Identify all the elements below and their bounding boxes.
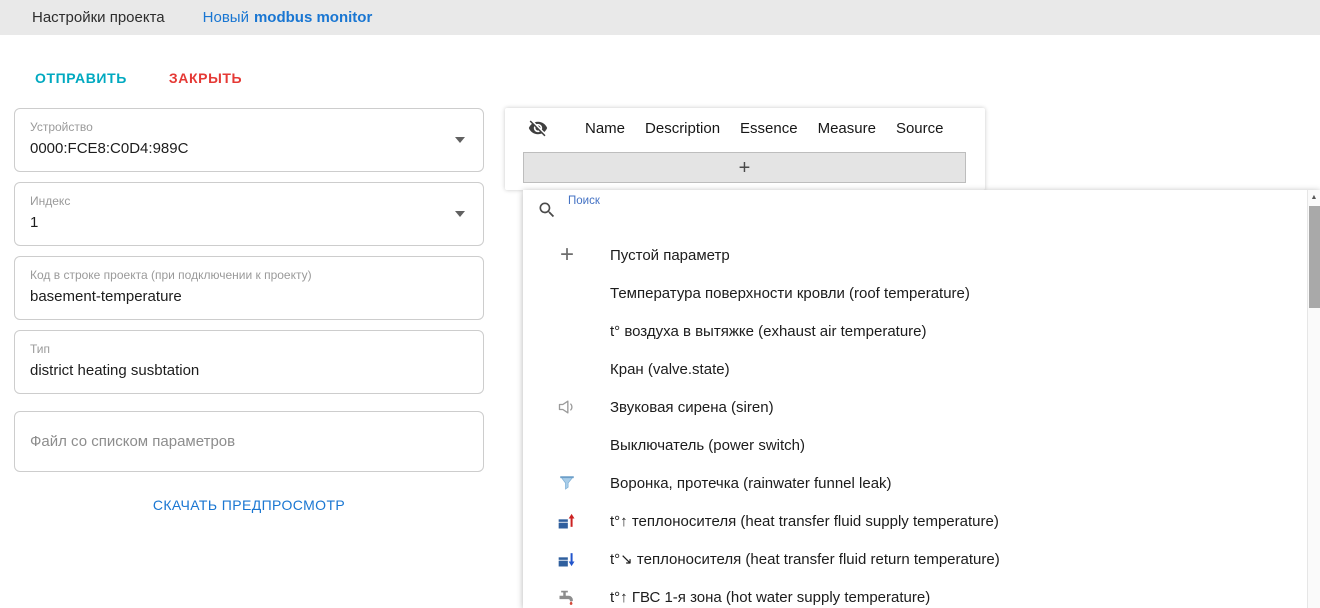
heat-return-icon [549, 549, 585, 569]
list-item-valve-state[interactable]: Кран (valve.state) [523, 350, 1320, 388]
visibility-off-icon[interactable] [527, 118, 549, 138]
breadcrumb-link[interactable]: Новый modbus monitor [203, 9, 373, 26]
type-label: Тип [30, 342, 51, 356]
breadcrumb-prefix: Новый [202, 9, 249, 26]
column-header-source: Source [895, 119, 944, 137]
list-item-hot-water-supply-temperature[interactable]: t°↑ ГВС 1-я зона (hot water supply tempe… [523, 578, 1320, 608]
column-header-measure: Measure [817, 119, 876, 137]
scroll-up-button[interactable]: ▲ [1308, 190, 1320, 205]
list-item-power-switch[interactable]: Выключатель (power switch) [523, 426, 1320, 464]
params-file-placeholder: Файл со списком параметров [30, 433, 236, 450]
search-field[interactable]: Поиск [523, 190, 1320, 236]
list-item-roof-temperature[interactable]: Температура поверхности кровли (roof tem… [523, 274, 1320, 312]
list-item-siren[interactable]: Звуковая сирена (siren) [523, 388, 1320, 426]
chevron-down-icon[interactable] [455, 137, 465, 143]
list-item-empty-parameter[interactable]: + Пустой параметр [523, 236, 1320, 274]
index-label: Индекс [30, 194, 71, 208]
siren-icon [549, 397, 585, 417]
parameter-list: + Пустой параметр Температура поверхност… [523, 236, 1320, 608]
send-button[interactable]: ОТПРАВИТЬ [23, 62, 139, 94]
table-header-row: Name Description Essence Measure Source [505, 108, 985, 148]
project-code-value: basement-temperature [30, 288, 182, 305]
list-item-rainwater-funnel-leak[interactable]: Воронка, протечка (rainwater funnel leak… [523, 464, 1320, 502]
project-form: Устройство 0000:FCE8:C0D4:989C Индекс 1 … [14, 108, 484, 513]
index-value: 1 [30, 214, 39, 231]
breadcrumb-project-name: modbus monitor [253, 9, 373, 26]
funnel-icon [549, 473, 585, 493]
scrollbar[interactable]: ▲ [1307, 190, 1320, 608]
index-select[interactable]: Индекс 1 [14, 182, 484, 246]
page-title: Настройки проекта [32, 9, 165, 26]
column-header-essence: Essence [740, 119, 798, 137]
params-file-field[interactable]: Файл со списком параметров [14, 411, 484, 472]
parameters-table-panel: Name Description Essence Measure Source … [505, 108, 985, 190]
parameter-picker-popup: Поиск + Пустой параметр Температура пове… [523, 190, 1320, 608]
chevron-down-icon[interactable] [455, 211, 465, 217]
toolbar: ОТПРАВИТЬ ЗАКРЫТЬ [23, 62, 254, 94]
faucet-icon [549, 587, 585, 607]
search-icon [537, 200, 557, 225]
device-label: Устройство [30, 120, 93, 134]
type-value: district heating susbtation [30, 362, 200, 379]
heat-supply-icon [549, 511, 585, 531]
list-item-exhaust-air-temperature[interactable]: t° воздуха в вытяжке (exhaust air temper… [523, 312, 1320, 350]
project-code-field[interactable]: Код в строке проекта (при подключении к … [14, 256, 484, 320]
column-header-description: Description [645, 119, 721, 137]
device-value: 0000:FCE8:C0D4:989C [30, 140, 189, 157]
download-preview-link[interactable]: СКАЧАТЬ ПРЕДПРОСМОТР [14, 497, 484, 513]
project-code-label: Код в строке проекта (при подключении к … [30, 268, 312, 282]
scrollbar-thumb[interactable] [1309, 206, 1320, 308]
device-select[interactable]: Устройство 0000:FCE8:C0D4:989C [14, 108, 484, 172]
close-button[interactable]: ЗАКРЫТЬ [157, 62, 254, 94]
list-item-heat-supply-temperature[interactable]: t°↑ теплоносителя (heat transfer fluid s… [523, 502, 1320, 540]
list-item-heat-return-temperature[interactable]: t°↘ теплоносителя (heat transfer fluid r… [523, 540, 1320, 578]
type-field[interactable]: Тип district heating susbtation [14, 330, 484, 394]
column-header-name: Name [585, 119, 626, 137]
plus-icon: + [559, 241, 574, 268]
add-parameter-button[interactable]: + [523, 152, 966, 183]
search-input[interactable]: Поиск [568, 195, 600, 207]
top-bar: Настройки проекта Новый modbus monitor [0, 0, 1320, 35]
